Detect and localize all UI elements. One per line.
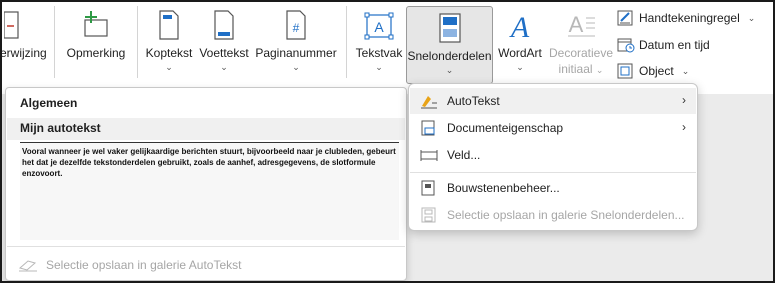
divider <box>7 246 405 247</box>
object-button[interactable]: Object ⌄ <box>617 61 689 81</box>
page-number-icon: # <box>286 10 306 40</box>
svg-text:A: A <box>509 11 530 40</box>
text-box-label: Tekstvak <box>355 46 403 60</box>
chevron-down-icon: ⌄ <box>292 62 300 72</box>
menu-item-label: Bouwstenenbeheer... <box>447 181 560 195</box>
wordart-label: WordArt <box>498 46 542 60</box>
footer-label: Voettekst <box>199 46 249 60</box>
drop-cap-icon: A <box>568 12 595 37</box>
comment-label: Opmerking <box>66 46 126 60</box>
gallery-category-heading: Algemeen <box>20 96 78 110</box>
comment-icon <box>84 11 108 37</box>
svg-text:#: # <box>293 21 300 35</box>
quick-parts-label: Snelonderdelen <box>407 49 492 63</box>
text-box-icon: A <box>364 12 394 40</box>
drop-cap-button[interactable]: A Decoratieve initiaal ⌄ <box>548 4 614 82</box>
save-to-autotext-gallery[interactable]: Selectie opslaan in galerie AutoTekst <box>18 258 241 272</box>
ribbon-separator <box>137 6 138 78</box>
chevron-down-icon: ⌄ <box>375 62 383 72</box>
object-icon <box>617 63 633 79</box>
chevron-down-icon: ⌄ <box>165 62 173 72</box>
gallery-entry-title[interactable]: Mijn autotekst <box>7 118 405 140</box>
chevron-right-icon: › <box>682 120 686 134</box>
header-icon <box>159 10 179 40</box>
cross-reference-label: erwijzing <box>0 46 47 60</box>
footer-button[interactable]: Voettekst ⌄ <box>197 4 251 82</box>
save-selection-icon <box>421 207 436 223</box>
header-button[interactable]: Koptekst ⌄ <box>143 4 195 82</box>
page-number-label: Paginanummer <box>255 46 337 60</box>
menu-item-label: Veld... <box>447 148 481 162</box>
chevron-down-icon: ⌄ <box>681 65 690 76</box>
drop-cap-label: Decoratieve <box>548 46 614 60</box>
gallery-entry-preview[interactable]: Vooral wanneer je wel vaker gelijkaardig… <box>20 142 399 240</box>
chevron-right-icon: › <box>682 93 686 107</box>
object-label: Object <box>639 64 674 78</box>
footer-icon <box>214 10 234 40</box>
cross-reference-button[interactable]: erwijzing <box>0 4 47 82</box>
save-selection-icon <box>18 260 37 272</box>
wordart-icon: A <box>509 11 530 40</box>
ribbon: erwijzing Opmerking Koptekst ⌄ Voettekst… <box>0 0 775 94</box>
document-property-icon <box>421 120 435 136</box>
menu-item-building-blocks[interactable]: Bouwstenenbeheer... <box>410 175 696 201</box>
menu-item-label: Selectie opslaan in galerie Snelonderdel… <box>447 208 685 222</box>
quick-parts-menu: AutoTekst › Documenteigenschap › Veld...… <box>408 83 698 231</box>
divider <box>410 172 696 173</box>
menu-item-field[interactable]: Veld... <box>410 142 696 168</box>
date-time-label: Datum en tijd <box>639 38 710 52</box>
date-time-icon <box>617 38 635 53</box>
field-icon <box>420 150 438 161</box>
autotext-gallery: Algemeen Mijn autotekst Vooral wanneer j… <box>5 87 407 281</box>
ribbon-separator <box>54 6 55 78</box>
page-number-button[interactable]: # Paginanummer ⌄ <box>252 4 340 82</box>
wordart-button[interactable]: A WordArt ⌄ <box>495 4 545 82</box>
signature-line-label: Handtekeningregel <box>639 11 740 25</box>
chevron-down-icon: ⌄ <box>747 12 756 23</box>
signature-line-button[interactable]: Handtekeningregel ⌄ <box>617 8 755 28</box>
menu-item-save-selection[interactable]: Selectie opslaan in galerie Snelonderdel… <box>410 202 696 228</box>
chevron-down-icon: ⌄ <box>445 65 454 75</box>
chevron-down-icon: ⌄ <box>516 62 524 72</box>
cross-reference-icon <box>4 11 19 39</box>
ribbon-separator <box>346 6 347 78</box>
svg-text:A: A <box>569 12 584 37</box>
menu-item-autotext[interactable]: AutoTekst › <box>410 88 696 114</box>
quick-parts-button[interactable]: Snelonderdelen ⌄ <box>406 6 493 84</box>
signature-line-icon <box>617 10 633 26</box>
comment-button[interactable]: Opmerking <box>60 4 132 82</box>
header-label: Koptekst <box>145 46 193 60</box>
menu-item-document-property[interactable]: Documenteigenschap › <box>410 115 696 141</box>
menu-item-label: AutoTekst <box>447 94 500 108</box>
save-to-autotext-label: Selectie opslaan in galerie AutoTekst <box>46 258 242 272</box>
menu-item-label: Documenteigenschap <box>447 121 564 135</box>
quick-parts-icon <box>438 13 461 43</box>
autotext-icon <box>421 96 437 109</box>
svg-text:A: A <box>374 19 384 35</box>
date-time-button[interactable]: Datum en tijd <box>617 35 710 55</box>
drop-cap-label-2: initiaal ⌄ <box>558 62 604 76</box>
text-box-button[interactable]: A Tekstvak ⌄ <box>353 4 405 82</box>
chevron-down-icon: ⌄ <box>595 65 604 75</box>
building-blocks-icon <box>421 180 435 196</box>
chevron-down-icon: ⌄ <box>220 62 228 72</box>
